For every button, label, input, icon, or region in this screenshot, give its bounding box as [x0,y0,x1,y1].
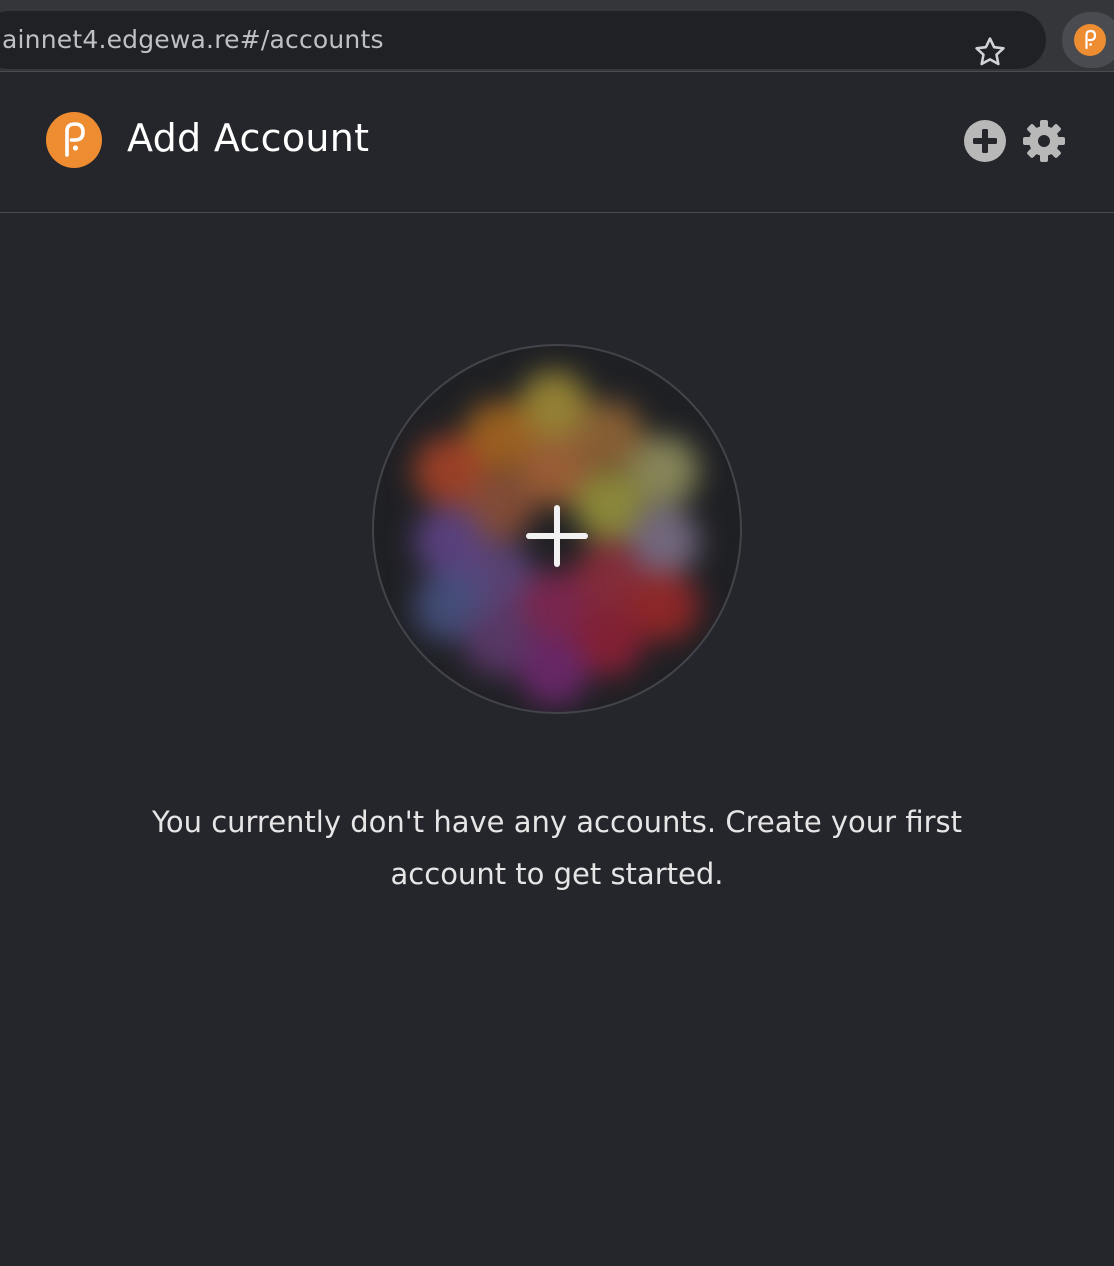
address-text[interactable]: ainnet4.edgewa.re#/accounts [2,25,384,54]
create-account-identicon-button[interactable] [372,344,742,714]
browser-toolbar: ainnet4.edgewa.re#/accounts [0,0,1114,72]
address-bar[interactable]: ainnet4.edgewa.re#/accounts [0,11,1046,69]
page-title: Add Account [127,116,370,160]
app-header: Add Account [0,73,1114,213]
star-icon[interactable] [973,35,1007,69]
gear-icon[interactable] [1022,119,1066,163]
extension-button[interactable] [1062,12,1114,68]
plus-circle-icon[interactable] [963,119,1007,163]
plus-icon [526,505,588,567]
polkadot-extension-icon [1074,24,1106,56]
empty-accounts-message: You currently don't have any accounts. C… [151,805,962,891]
polkadot-logo-icon [46,112,102,168]
